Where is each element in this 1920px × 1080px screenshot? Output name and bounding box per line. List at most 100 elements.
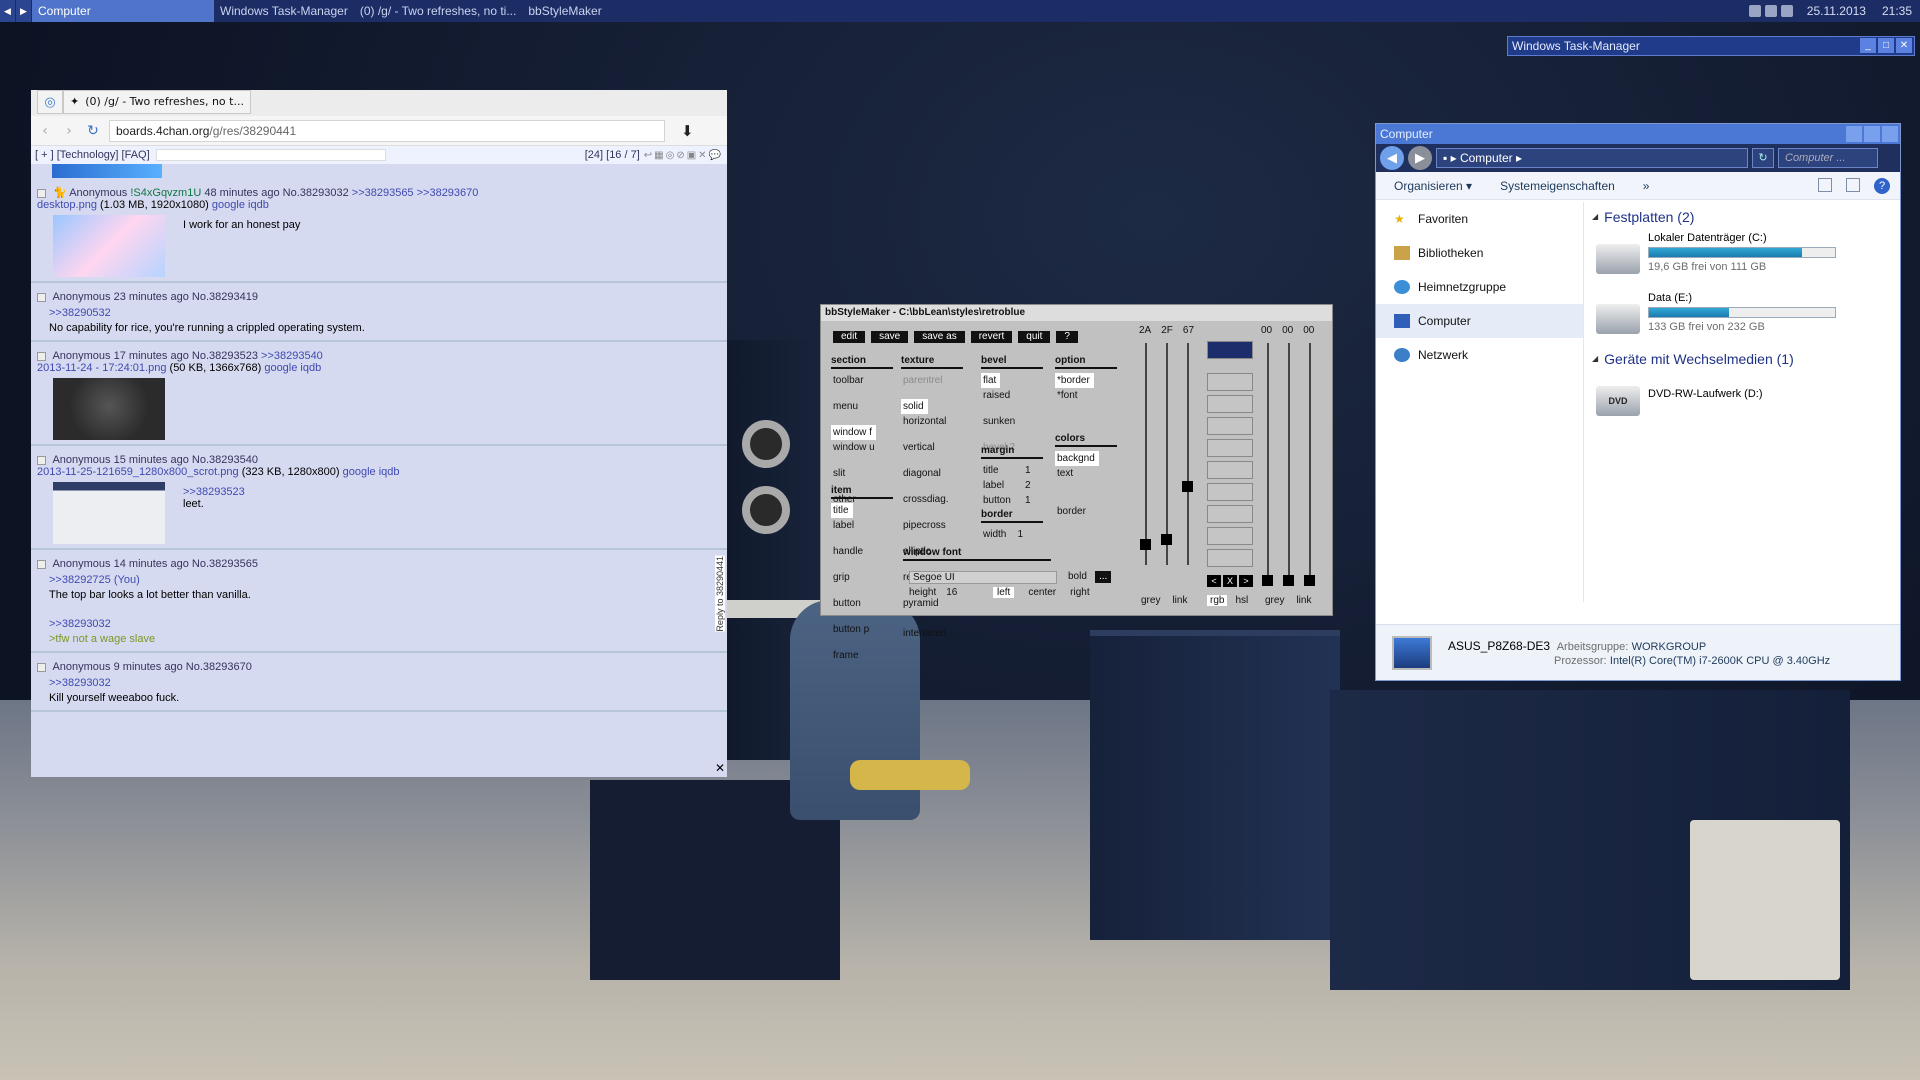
- post-replies[interactable]: >>38293540: [261, 350, 323, 362]
- help-button[interactable]: ?: [1056, 331, 1078, 343]
- minimize-button[interactable]: [1846, 126, 1862, 142]
- color-swatch[interactable]: [1207, 439, 1253, 457]
- interlaced-toggle[interactable]: interlaced: [901, 626, 963, 641]
- rgb-mode-option[interactable]: rgb: [1207, 595, 1228, 606]
- nav-plus-link[interactable]: [ + ]: [35, 149, 54, 161]
- post-checkbox[interactable]: [37, 292, 46, 302]
- color-swatch-active[interactable]: [1207, 341, 1253, 359]
- post-checkbox[interactable]: [37, 188, 46, 198]
- drive-item[interactable]: Data (E:) 133 GB frei von 232 GB: [1592, 292, 1892, 348]
- post-number[interactable]: No.38293523: [192, 350, 258, 362]
- post-image-thumbnail[interactable]: [52, 164, 162, 178]
- margin-row[interactable]: label 2: [981, 478, 1043, 493]
- revert-button[interactable]: revert: [970, 331, 1013, 343]
- close-icon[interactable]: ✕: [715, 761, 725, 775]
- texture-option[interactable]: solid: [901, 399, 928, 414]
- taskmanager-window[interactable]: Windows Task-Manager _ □ ✕: [1507, 36, 1915, 56]
- slider-track-r[interactable]: [1145, 343, 1147, 565]
- slider-knob-r2[interactable]: [1262, 575, 1273, 586]
- url-bar[interactable]: boards.4chan.org/g/res/38290441: [109, 119, 665, 142]
- color-swatch[interactable]: [1207, 417, 1253, 435]
- group-header-removable[interactable]: ◢ Geräte mit Wechselmedien (1): [1592, 348, 1892, 370]
- slider-knob-r[interactable]: [1140, 539, 1151, 550]
- texture-option[interactable]: pyramid: [901, 596, 963, 611]
- group-header-harddisks[interactable]: ◢ Festplatten (2): [1592, 206, 1892, 228]
- nav-item-computer[interactable]: Computer: [1376, 304, 1583, 338]
- texture-option[interactable]: parentrel: [901, 373, 963, 388]
- color-swatch[interactable]: [1207, 505, 1253, 523]
- swatch-next-button[interactable]: >: [1239, 575, 1253, 587]
- post-checkbox[interactable]: [37, 559, 46, 569]
- section-option[interactable]: toolbar: [831, 373, 893, 388]
- color-target-option[interactable]: backgnd: [1055, 451, 1099, 466]
- margin-row[interactable]: title 1: [981, 463, 1043, 478]
- slider-track-g2[interactable]: [1288, 343, 1290, 575]
- nav-item-libraries[interactable]: Bibliotheken: [1376, 236, 1583, 270]
- texture-option[interactable]: pipecross: [901, 518, 963, 533]
- section-option[interactable]: menu: [831, 399, 893, 414]
- refresh-icon[interactable]: ↻: [1752, 148, 1774, 168]
- bevel-option[interactable]: sunken: [981, 414, 1043, 429]
- slider-track-b2[interactable]: [1309, 343, 1311, 575]
- taskbar-task-bbstylemaker[interactable]: bbStyleMaker: [522, 0, 607, 22]
- slider-track-g[interactable]: [1166, 343, 1168, 565]
- post-quote-link[interactable]: >>38290532: [49, 306, 727, 321]
- slider-knob-b[interactable]: [1182, 481, 1193, 492]
- file-search-links[interactable]: google iqdb: [212, 199, 269, 211]
- post-quote-link[interactable]: >>38293523: [183, 486, 245, 498]
- color-swatch[interactable]: [1207, 395, 1253, 413]
- hsl-mode-option[interactable]: hsl: [1235, 595, 1248, 606]
- font-height-value[interactable]: 16: [946, 587, 957, 598]
- swatch-clear-button[interactable]: X: [1223, 575, 1237, 587]
- maximize-button[interactable]: [1864, 126, 1880, 142]
- reload-icon[interactable]: ↻: [85, 123, 101, 139]
- edit-button[interactable]: edit: [833, 331, 866, 343]
- minimize-button[interactable]: _: [1860, 38, 1876, 53]
- item-option[interactable]: button p: [831, 622, 893, 637]
- close-button[interactable]: [1882, 126, 1898, 142]
- nav-search-input[interactable]: [155, 149, 386, 161]
- color-target-option[interactable]: text: [1055, 466, 1117, 481]
- search-input[interactable]: Computer ...: [1778, 148, 1878, 168]
- preview-pane-icon[interactable]: [1846, 177, 1860, 192]
- color-swatch[interactable]: [1207, 483, 1253, 501]
- post-checkbox[interactable]: [37, 662, 46, 672]
- clock-time[interactable]: 21:35: [1874, 4, 1920, 18]
- post-replies[interactable]: >>38293565 >>38293670: [352, 187, 479, 199]
- nav-item-network[interactable]: Netzwerk: [1376, 338, 1583, 372]
- back-icon[interactable]: ‹: [37, 123, 53, 139]
- post-number[interactable]: No.38293540: [192, 454, 258, 466]
- taskbar-task-computer[interactable]: Computer: [32, 0, 214, 22]
- texture-option[interactable]: vertical: [901, 440, 963, 455]
- color-swatch[interactable]: [1207, 461, 1253, 479]
- color-swatch[interactable]: [1207, 527, 1253, 545]
- slider-knob-g[interactable]: [1161, 534, 1172, 545]
- margin-row[interactable]: button 1: [981, 493, 1043, 508]
- nav-item-favorites[interactable]: ★ Favoriten: [1376, 202, 1583, 236]
- slider-track-r2[interactable]: [1267, 343, 1269, 575]
- align-left-option[interactable]: left: [993, 587, 1015, 598]
- download-icon[interactable]: ⬇: [681, 122, 694, 140]
- grey-label-right[interactable]: grey: [1265, 595, 1284, 606]
- post-quote-link[interactable]: >>38293032: [49, 676, 727, 691]
- address-bar[interactable]: ▪ ▸ Computer ▸: [1436, 148, 1748, 168]
- quit-button[interactable]: quit: [1018, 331, 1051, 343]
- drive-item[interactable]: DVD DVD-RW-Laufwerk (D:): [1592, 374, 1892, 430]
- view-options-icon[interactable]: [1818, 177, 1832, 192]
- window-titlebar[interactable]: Computer: [1376, 124, 1900, 144]
- forward-icon[interactable]: ›: [61, 123, 77, 139]
- post-checkbox[interactable]: [37, 351, 46, 361]
- reply-tab[interactable]: Reply to 38290441: [715, 556, 725, 632]
- texture-option[interactable]: horizontal: [901, 414, 963, 429]
- window-title[interactable]: bbStyleMaker - C:\bbLean\styles\retroblu…: [821, 305, 1332, 321]
- nav-item-homegroup[interactable]: Heimnetzgruppe: [1376, 270, 1583, 304]
- item-option[interactable]: handle: [831, 544, 893, 559]
- file-link[interactable]: 2013-11-24 - 17:24:01.png: [37, 362, 166, 374]
- post-quote-link[interactable]: >>38292725 (You): [49, 573, 727, 588]
- more-commands-button[interactable]: »: [1643, 179, 1650, 193]
- font-bold-toggle[interactable]: bold: [1068, 571, 1087, 582]
- shield-icon[interactable]: [1764, 5, 1777, 17]
- color-swatch[interactable]: [1207, 373, 1253, 391]
- bevel-option[interactable]: raised: [981, 388, 1043, 403]
- post-image-thumbnail[interactable]: [53, 215, 165, 277]
